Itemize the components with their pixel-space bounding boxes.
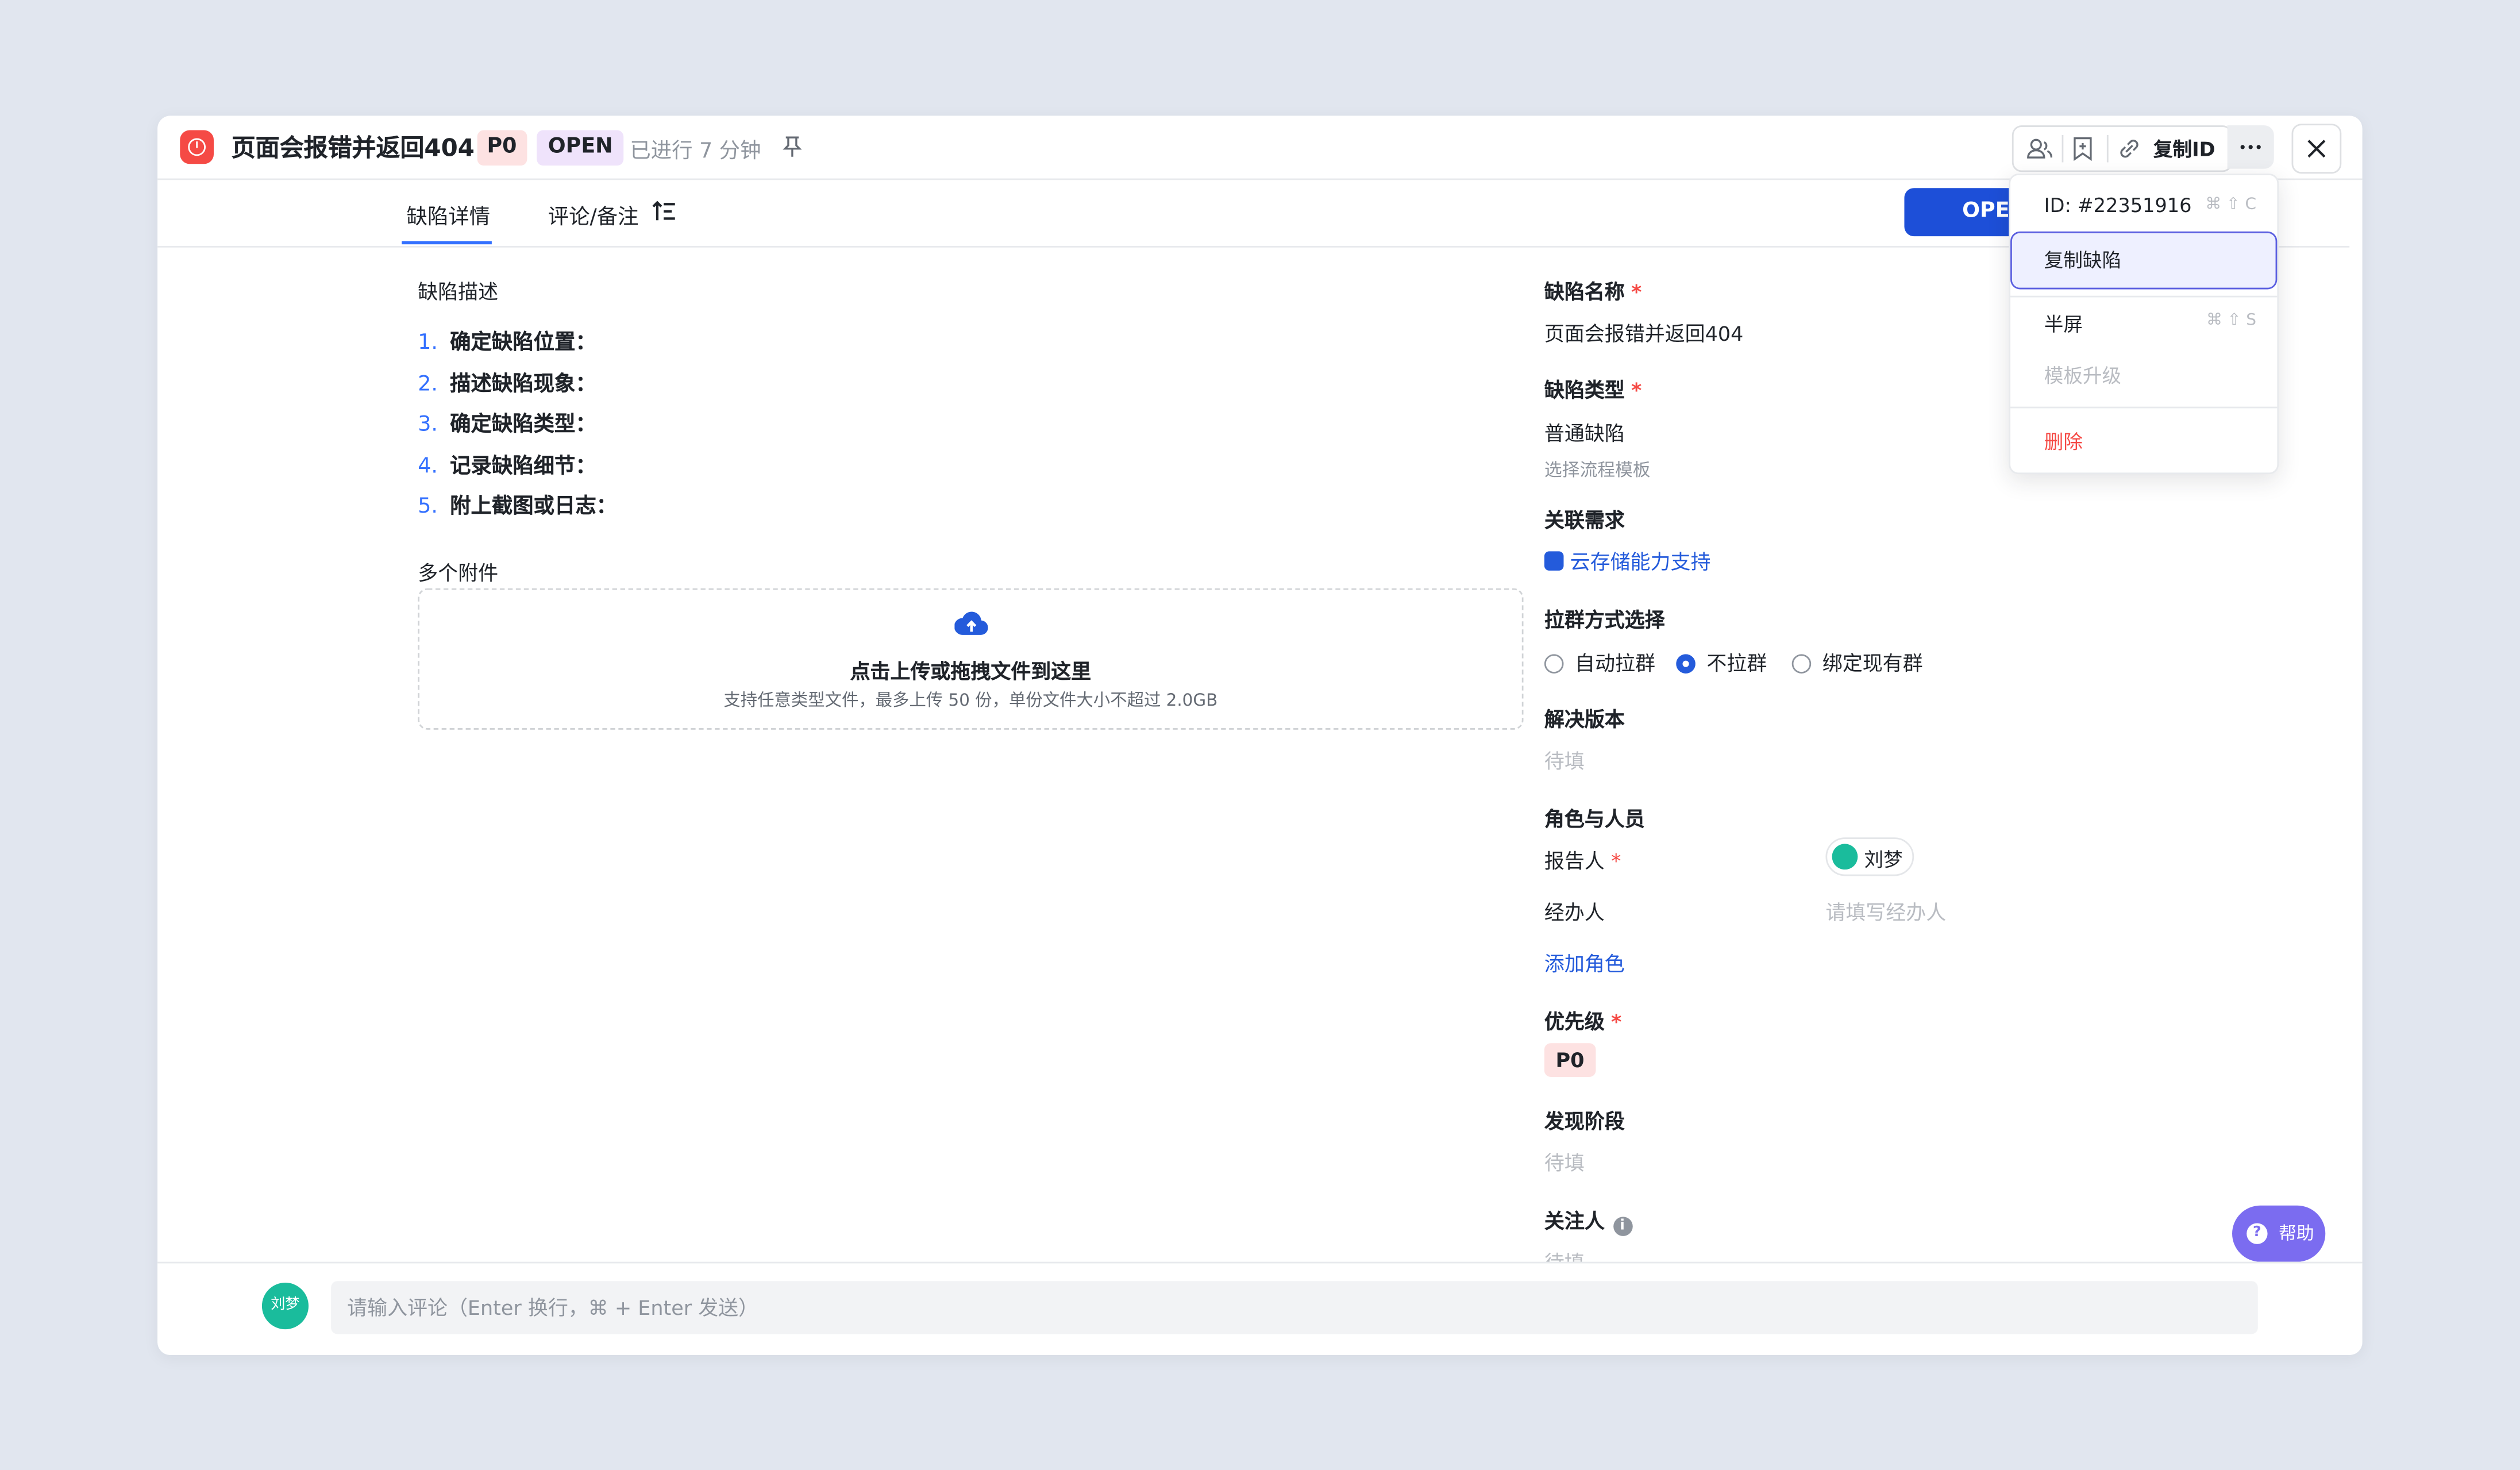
avatar: 刘梦 xyxy=(261,1283,309,1330)
defect-detail-modal: 页面会报错并返回404 P0 OPEN 已进行 7 分钟 复制ID 缺陷详情 评… xyxy=(157,116,2363,1355)
tab-comments[interactable]: 评论/备注 xyxy=(548,199,639,230)
link-icon[interactable] xyxy=(2117,127,2143,171)
field-value-type[interactable]: 普通缺陷 xyxy=(1544,416,1625,447)
handler-input[interactable]: 请填写经办人 xyxy=(1825,895,1946,926)
pin-icon[interactable] xyxy=(783,135,802,157)
close-icon xyxy=(2307,140,2326,158)
help-icon: ? xyxy=(2247,1223,2268,1244)
handler-label: 经办人 xyxy=(1544,900,1605,925)
menu-item-half-screen[interactable]: 半屏 xyxy=(2044,310,2083,338)
reporter-label: 报告人 * xyxy=(1544,848,1621,873)
field-label-type: 缺陷类型 * xyxy=(1544,378,1642,402)
active-tab-indicator xyxy=(402,241,492,245)
menu-item-copy-defect[interactable]: 复制缺陷 xyxy=(2044,246,2121,274)
members-icon[interactable] xyxy=(2023,127,2055,171)
field-value-version[interactable]: 待填 xyxy=(1544,744,1585,775)
avatar xyxy=(1832,844,1858,870)
radio-checked-icon xyxy=(1676,654,1696,674)
defect-title[interactable]: 页面会报错并返回404 xyxy=(232,130,475,164)
priority-value[interactable]: P0 xyxy=(1544,1043,1596,1077)
description-label: 缺陷描述 xyxy=(418,279,499,304)
shortcut-half-screen: ⌘ ⇧ S xyxy=(2206,311,2256,330)
copy-id-button[interactable]: 复制ID xyxy=(2153,135,2215,163)
radio-bind-group[interactable]: 绑定现有群 xyxy=(1791,646,1923,676)
requirement-link[interactable]: 云存储能力支持 xyxy=(1544,545,1710,575)
radio-no-group[interactable]: 不拉群 xyxy=(1676,646,1767,676)
priority-tag[interactable]: P0 xyxy=(477,130,527,166)
field-label-stage: 发现阶段 xyxy=(1544,1109,1625,1133)
comment-input[interactable] xyxy=(331,1281,2258,1334)
field-label-version: 解决版本 xyxy=(1544,707,1625,732)
more-button[interactable] xyxy=(2227,125,2274,169)
list-item: 4. 记录缺陷细节： xyxy=(418,454,596,479)
field-value-stage[interactable]: 待填 xyxy=(1544,1146,1585,1176)
reporter-name: 刘梦 xyxy=(1864,848,1903,871)
field-hint-template[interactable]: 选择流程模板 xyxy=(1544,456,1651,482)
field-label-requirement: 关联需求 xyxy=(1544,507,1625,532)
radio-icon xyxy=(1544,654,1564,674)
help-button[interactable]: ? 帮助 xyxy=(2232,1205,2326,1262)
upload-title: 点击上传或拖拽文件到这里 xyxy=(850,659,1092,683)
menu-divider xyxy=(2010,295,2278,298)
field-label-name: 缺陷名称 * xyxy=(1544,279,1642,304)
menu-item-delete[interactable]: 删除 xyxy=(2044,428,2083,455)
header-toolbar: 复制ID xyxy=(2012,125,2233,172)
field-label-roles: 角色与人员 xyxy=(1544,807,1645,832)
list-item: 2. 描述缺陷现象： xyxy=(418,372,596,397)
menu-item-template-upgrade: 模板升级 xyxy=(2044,364,2122,388)
menu-item-id[interactable]: ID: #22351916 xyxy=(2044,194,2192,217)
list-item: 1. 确定缺陷位置： xyxy=(418,331,596,356)
shortcut-copy-id: ⌘ ⇧ C xyxy=(2205,196,2256,214)
field-label-follower: 关注人 i xyxy=(1544,1204,1632,1236)
close-button[interactable] xyxy=(2291,124,2342,174)
more-dropdown-menu: ID: #22351916 ⌘ ⇧ C 复制缺陷 半屏 ⌘ ⇧ S 模板升级 删… xyxy=(2009,174,2279,475)
tab-defect-detail[interactable]: 缺陷详情 xyxy=(407,199,490,230)
elapsed-time: 已进行 7 分钟 xyxy=(630,140,761,164)
attachments-label: 多个附件 xyxy=(418,561,499,586)
field-value-name[interactable]: 页面会报错并返回404 xyxy=(1544,317,1743,347)
comment-bar: 刘梦 xyxy=(157,1261,2363,1355)
field-label-group: 拉群方式选择 xyxy=(1544,607,1665,632)
add-role-button[interactable]: 添加角色 xyxy=(1544,946,1625,977)
sort-icon[interactable] xyxy=(652,201,677,222)
radio-icon xyxy=(1791,654,1812,674)
upload-dropzone[interactable]: 点击上传或拖拽文件到这里 支持任意类型文件，最多上传 50 份，单份文件大小不超… xyxy=(418,588,1524,730)
upload-hint: 支持任意类型文件，最多上传 50 份，单份文件大小不超过 2.0GB xyxy=(723,691,1218,711)
menu-divider xyxy=(2010,406,2278,409)
description-steps[interactable]: 1. 确定缺陷位置： 2. 描述缺陷现象： 3. 确定缺陷类型： 4. 记录缺陷细节： … xyxy=(418,325,617,530)
info-icon[interactable]: i xyxy=(1612,1217,1632,1236)
reporter-chip[interactable]: 刘梦 xyxy=(1825,837,1914,876)
bookmark-icon[interactable] xyxy=(2070,127,2096,171)
modal-header: 页面会报错并返回404 P0 OPEN 已进行 7 分钟 复制ID xyxy=(157,116,2363,180)
radio-auto-group[interactable]: 自动拉群 xyxy=(1544,646,1655,676)
requirement-icon xyxy=(1544,551,1564,571)
list-item: 5. 附上截图或日志： xyxy=(418,495,618,519)
defect-icon xyxy=(180,130,214,164)
cloud-upload-icon xyxy=(954,611,988,635)
field-label-priority: 优先级 * xyxy=(1544,1009,1622,1034)
list-item: 3. 确定缺陷类型： xyxy=(418,413,596,437)
status-tag[interactable]: OPEN xyxy=(537,130,625,166)
more-icon xyxy=(2240,145,2261,149)
